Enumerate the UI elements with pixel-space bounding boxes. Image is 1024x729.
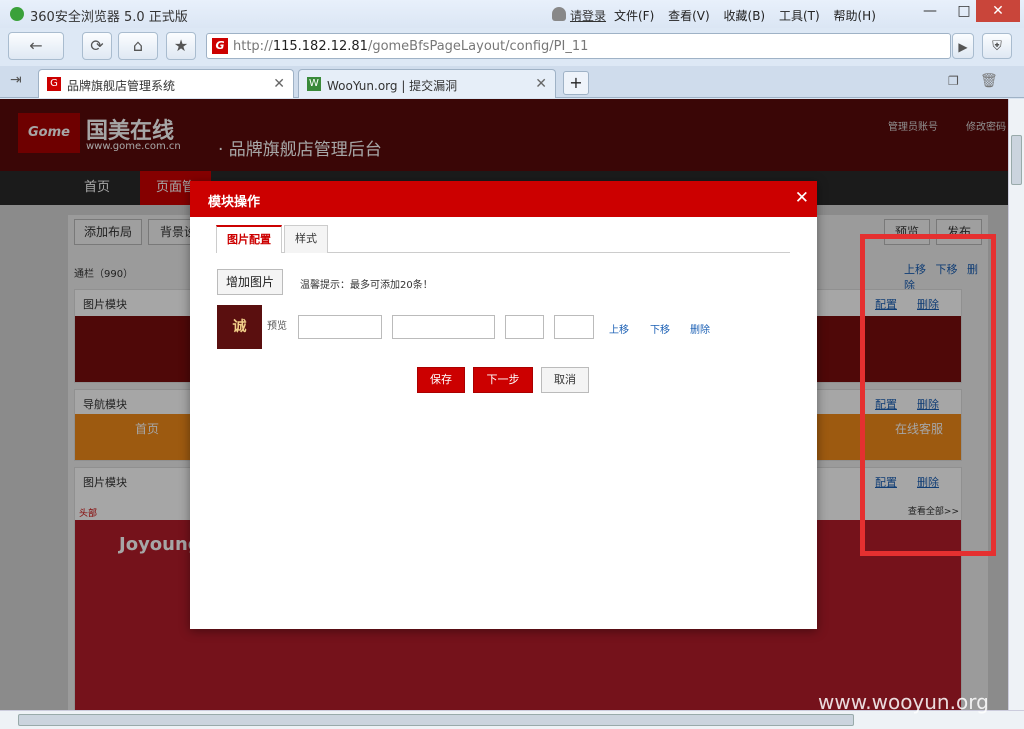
wooyun-favicon-icon: W (307, 77, 321, 91)
login-link[interactable]: 请登录 (570, 7, 606, 24)
vertical-scroll-thumb[interactable] (1011, 135, 1022, 185)
menu-help[interactable]: 帮助(H) (833, 9, 875, 23)
dialog-close-icon[interactable]: ✕ (795, 188, 809, 208)
home-button[interactable]: ⌂ (118, 32, 158, 60)
height-input[interactable] (554, 315, 594, 339)
preview-link[interactable]: 预览 (267, 317, 287, 332)
watermark: www.wooyun.org (818, 690, 989, 714)
tab-close-icon[interactable]: ✕ (535, 76, 547, 92)
sidebar-toggle-icon[interactable]: ⇥ (10, 72, 22, 88)
row-move-down-link[interactable]: 下移 (650, 321, 670, 336)
back-button[interactable]: ← (8, 32, 64, 60)
favorite-star-icon[interactable]: ★ (166, 32, 196, 60)
menu-tools[interactable]: 工具(T) (779, 9, 820, 23)
row-move-up-link[interactable]: 上移 (609, 321, 629, 336)
dialog-tabs: 图片配置 样式 (216, 225, 790, 253)
browser-logo-icon (10, 7, 24, 21)
address-bar[interactable]: G http://115.182.12.81/gomeBfsPageLayout… (206, 33, 951, 59)
tab-close-icon[interactable]: ✕ (273, 76, 285, 92)
menu-bar: 文件(F) 查看(V) 收藏(B) 工具(T) 帮助(H) (614, 7, 886, 24)
image-thumbnail: 诚 (217, 305, 262, 349)
row-delete-link[interactable]: 删除 (690, 321, 710, 336)
next-step-button[interactable]: 下一步 (473, 367, 533, 393)
new-tab-button[interactable]: + (563, 71, 589, 95)
trash-icon[interactable]: 🗑 (980, 73, 998, 89)
menu-file[interactable]: 文件(F) (614, 9, 654, 23)
dialog-header: 模块操作 ✕ (190, 181, 817, 217)
user-icon[interactable] (552, 7, 566, 21)
tab-style[interactable]: 样式 (284, 225, 328, 253)
vertical-scrollbar[interactable] (1008, 99, 1024, 710)
tab-image-config[interactable]: 图片配置 (216, 225, 282, 253)
link-url-input[interactable] (392, 315, 495, 339)
site-favicon-icon: G (212, 38, 228, 54)
dialog-title: 模块操作 (208, 195, 261, 210)
title-bar: 360安全浏览器 5.0 正式版 请登录 文件(F) 查看(V) 收藏(B) 工… (0, 0, 1024, 28)
address-url[interactable]: http://115.182.12.81/gomeBfsPageLayout/c… (233, 39, 588, 54)
tip-text: 温馨提示：最多可添加20条！ (300, 280, 433, 291)
tab-label: 品牌旗舰店管理系统 (67, 79, 176, 93)
menu-view[interactable]: 查看(V) (668, 9, 710, 23)
save-button[interactable]: 保存 (417, 367, 465, 393)
gome-favicon-icon: G (47, 77, 61, 91)
go-button[interactable]: ▶ (952, 33, 974, 59)
tab-wooyun[interactable]: W WooYun.org | 提交漏洞 ✕ (298, 69, 556, 98)
tab-gome[interactable]: G 品牌旗舰店管理系统 ✕ (38, 69, 294, 98)
menu-favorites[interactable]: 收藏(B) (724, 9, 766, 23)
highlight-annotation (860, 234, 996, 556)
tab-bar: ⇥ G 品牌旗舰店管理系统 ✕ W WooYun.org | 提交漏洞 ✕ + … (0, 66, 1024, 98)
width-input[interactable] (505, 315, 544, 339)
add-image-button[interactable]: 增加图片 (217, 269, 283, 295)
refresh-button[interactable]: ⟳ (82, 32, 112, 60)
window-title: 360安全浏览器 5.0 正式版 (30, 10, 188, 25)
image-url-input[interactable] (298, 315, 382, 339)
horizontal-scroll-thumb[interactable] (18, 714, 854, 726)
cancel-button[interactable]: 取消 (541, 367, 589, 393)
minimize-button[interactable]: — (912, 0, 948, 22)
recent-tabs-icon[interactable]: ❐ (948, 74, 959, 88)
tab-label: WooYun.org | 提交漏洞 (327, 79, 458, 93)
close-window-button[interactable]: ✕ (976, 0, 1020, 22)
module-operation-dialog: 模块操作 ✕ 图片配置 样式 增加图片 温馨提示：最多可添加20条！ 诚 预览 … (190, 181, 817, 629)
shield-icon[interactable]: ⛨ (982, 33, 1012, 59)
